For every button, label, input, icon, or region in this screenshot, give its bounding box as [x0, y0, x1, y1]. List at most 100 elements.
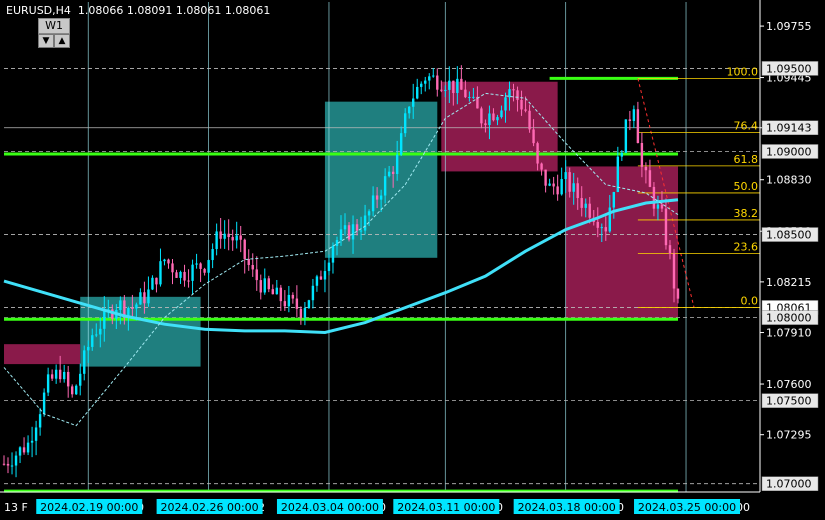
- bear-candle: [516, 90, 519, 100]
- bear-candle: [544, 169, 547, 186]
- bull-candle: [159, 261, 162, 285]
- bear-candle: [279, 287, 283, 302]
- bear-candle: [520, 99, 523, 110]
- bull-candle: [147, 289, 150, 304]
- bull-candle: [127, 307, 130, 316]
- scroll-down-button[interactable]: ▼: [38, 34, 54, 48]
- bull-candle: [87, 346, 90, 351]
- bull-candle: [191, 264, 194, 281]
- price-level-label: 1.09143: [766, 122, 812, 135]
- price-tick-label: 1.09755: [766, 20, 812, 33]
- bear-candle: [2, 463, 6, 465]
- bear-candle: [319, 276, 323, 280]
- date-label: 2024.02.19 00:00: [40, 501, 138, 514]
- bull-candle: [331, 245, 335, 263]
- bear-candle: [375, 195, 379, 200]
- timeframe-badge[interactable]: W1: [38, 18, 70, 34]
- bull-candle: [139, 292, 142, 305]
- bull-candle: [468, 96, 471, 98]
- bear-candle: [540, 163, 543, 170]
- supply-zone: [441, 81, 558, 172]
- bull-candle: [34, 427, 38, 441]
- bear-candle: [640, 143, 644, 167]
- bear-candle: [243, 239, 246, 259]
- price-tick-label: 1.07295: [766, 429, 812, 442]
- bull-candle: [307, 300, 311, 309]
- bull-candle: [500, 110, 503, 118]
- price-chart[interactable]: 100.076.461.850.038.223.60.01.097551.094…: [0, 0, 825, 520]
- bear-candle: [644, 166, 648, 171]
- fib-level-label: 50.0: [734, 180, 759, 193]
- bear-candle: [299, 308, 303, 318]
- price-tick-label: 1.08830: [766, 174, 812, 187]
- bull-candle: [424, 80, 427, 84]
- bull-candle: [18, 447, 22, 456]
- bear-candle: [70, 386, 74, 395]
- scroll-up-button[interactable]: ▲: [54, 34, 70, 48]
- bear-candle: [460, 78, 463, 90]
- bear-candle: [175, 272, 178, 278]
- bull-candle: [83, 350, 86, 374]
- bear-candle: [552, 183, 555, 187]
- bear-candle: [588, 203, 591, 218]
- bull-candle: [367, 211, 371, 216]
- price-level-label: 1.09500: [766, 62, 812, 75]
- supply-zone: [4, 344, 81, 365]
- bear-candle: [596, 221, 599, 228]
- bear-candle: [131, 307, 134, 309]
- bull-candle: [179, 271, 182, 278]
- bear-candle: [636, 109, 640, 144]
- bull-candle: [263, 278, 266, 293]
- bear-candle: [604, 227, 607, 232]
- bear-candle: [123, 300, 126, 316]
- bull-candle: [504, 97, 507, 111]
- bear-candle: [528, 110, 531, 130]
- bear-candle: [524, 109, 527, 111]
- bull-candle: [383, 176, 387, 196]
- fib-level-label: 76.4: [734, 119, 759, 132]
- bear-candle: [155, 277, 158, 285]
- fib-level-label: 23.6: [734, 240, 759, 253]
- bull-candle: [91, 335, 94, 347]
- bull-candle: [323, 271, 327, 280]
- bull-candle: [54, 369, 58, 379]
- bull-candle: [363, 215, 367, 231]
- bear-candle: [391, 171, 395, 175]
- bear-candle: [219, 231, 222, 239]
- bear-candle: [556, 186, 559, 195]
- bull-candle: [303, 308, 307, 318]
- bull-candle: [444, 89, 447, 91]
- bear-candle: [171, 263, 174, 273]
- bull-candle: [343, 225, 347, 230]
- bear-candle: [231, 237, 234, 241]
- bear-candle: [167, 259, 170, 264]
- bear-candle: [251, 265, 254, 270]
- bear-candle: [576, 183, 579, 199]
- bear-candle: [187, 280, 190, 282]
- bull-candle: [407, 106, 411, 114]
- bear-candle: [532, 129, 535, 144]
- bear-candle: [50, 374, 54, 379]
- date-label: 2024.03.18 00:00: [518, 501, 616, 514]
- bear-candle: [259, 280, 262, 293]
- fib-level-label: 61.8: [734, 153, 759, 166]
- bull-candle: [584, 203, 587, 208]
- bear-candle: [255, 269, 258, 281]
- date-label: 2024.03.11 00:00: [397, 501, 495, 514]
- price-tick-label: 1.07600: [766, 378, 812, 391]
- bear-candle: [183, 271, 186, 281]
- bull-candle: [235, 235, 238, 241]
- bull-candle: [62, 371, 66, 380]
- bull-candle: [311, 285, 315, 301]
- bear-candle: [22, 447, 26, 453]
- bear-candle: [668, 245, 672, 254]
- bear-candle: [436, 75, 439, 90]
- bull-candle: [14, 455, 18, 466]
- bear-candle: [247, 258, 250, 266]
- bull-candle: [327, 262, 331, 272]
- bull-candle: [508, 89, 511, 98]
- date-label: 2024.03.04 00:00: [281, 501, 379, 514]
- bull-candle: [75, 385, 78, 395]
- bull-candle: [456, 78, 459, 94]
- bull-candle: [395, 154, 399, 175]
